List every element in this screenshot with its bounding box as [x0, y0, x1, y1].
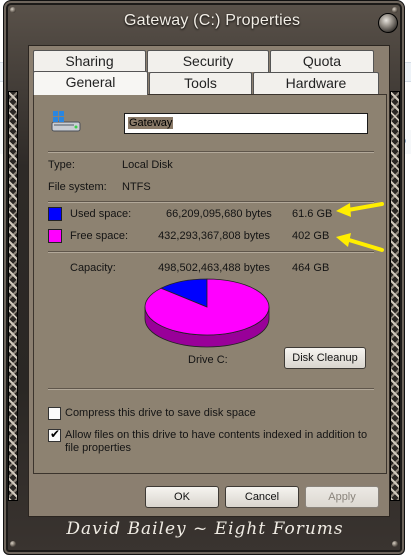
- tab-hardware[interactable]: Hardware: [253, 72, 379, 94]
- rivet-icon: [392, 7, 398, 13]
- window-title: Gateway (C:) Properties: [124, 12, 301, 29]
- separator: [48, 251, 374, 253]
- ok-label: OK: [174, 491, 190, 503]
- used-space-label: Used space:: [70, 208, 132, 220]
- tab-sharing[interactable]: Sharing: [33, 50, 146, 72]
- index-label-line2: file properties: [65, 442, 132, 454]
- properties-dialog: Sharing Security Quota General Tools Har…: [28, 45, 390, 517]
- used-space-swatch: [48, 207, 62, 221]
- apply-label: Apply: [328, 491, 356, 503]
- cancel-label: Cancel: [244, 491, 280, 503]
- compress-checkbox[interactable]: [48, 407, 61, 420]
- index-label-line1: Allow files on this drive to have conten…: [65, 429, 368, 441]
- type-value: Local Disk: [122, 159, 173, 171]
- disk-cleanup-button[interactable]: Disk Cleanup: [284, 347, 366, 369]
- apply-button[interactable]: Apply: [305, 486, 379, 508]
- type-label: Type:: [48, 159, 75, 171]
- file-system-value: NTFS: [122, 181, 151, 193]
- drive-icon: [51, 111, 81, 132]
- tab-security[interactable]: Security: [147, 50, 269, 72]
- arrow-icon: [336, 202, 384, 217]
- capacity-bytes: 498,502,463,488 bytes: [158, 262, 270, 274]
- tab-label: Sharing: [65, 53, 114, 69]
- tab-label: General: [65, 74, 116, 90]
- compress-label: Compress this drive to save disk space: [65, 407, 256, 419]
- tab-general[interactable]: General: [33, 71, 148, 95]
- free-space-bytes: 432,293,367,808 bytes: [158, 230, 270, 242]
- tab-tools[interactable]: Tools: [149, 72, 252, 94]
- free-space-swatch: [48, 229, 62, 243]
- capacity-label: Capacity:: [70, 262, 116, 274]
- tab-quota[interactable]: Quota: [270, 50, 374, 72]
- ok-button[interactable]: OK: [145, 486, 219, 508]
- file-system-label: File system:: [48, 181, 107, 193]
- window-frame: Gateway (C:) Properties Sharing Security…: [3, 0, 405, 555]
- close-icon[interactable]: [378, 13, 398, 33]
- index-checkbox[interactable]: [48, 427, 61, 442]
- drive-caption: Drive C:: [188, 354, 228, 366]
- used-space-bytes: 66,209,095,680 bytes: [166, 208, 272, 220]
- drive-name-value: Gateway: [128, 117, 174, 129]
- free-space-size: 402 GB: [292, 230, 330, 242]
- left-braid-border: [8, 91, 18, 501]
- arrow-icon: [336, 233, 384, 252]
- tab-label: Tools: [184, 75, 217, 91]
- tab-label: Security: [182, 53, 234, 69]
- tab-label: Quota: [302, 53, 342, 69]
- separator: [48, 151, 374, 153]
- rivet-icon: [10, 7, 16, 13]
- signature-footer: David Bailey ~ Eight Forums: [66, 519, 344, 539]
- used-space-size: 61.6 GB: [292, 208, 333, 220]
- free-space-label: Free space:: [70, 230, 129, 242]
- separator: [48, 388, 374, 390]
- disk-cleanup-label: Disk Cleanup: [292, 352, 358, 364]
- capacity-size: 464 GB: [292, 262, 330, 274]
- tab-label: Hardware: [285, 75, 347, 91]
- drive-name-input[interactable]: Gateway: [124, 113, 368, 134]
- cancel-button[interactable]: Cancel: [225, 486, 299, 508]
- right-braid-border: [390, 91, 400, 501]
- disk-usage-pie-chart: [144, 278, 270, 348]
- separator: [48, 201, 374, 203]
- title-bar[interactable]: Gateway (C:) Properties: [16, 5, 398, 35]
- general-tab-panel: Gateway Type: Local Disk File system: NT…: [33, 94, 387, 474]
